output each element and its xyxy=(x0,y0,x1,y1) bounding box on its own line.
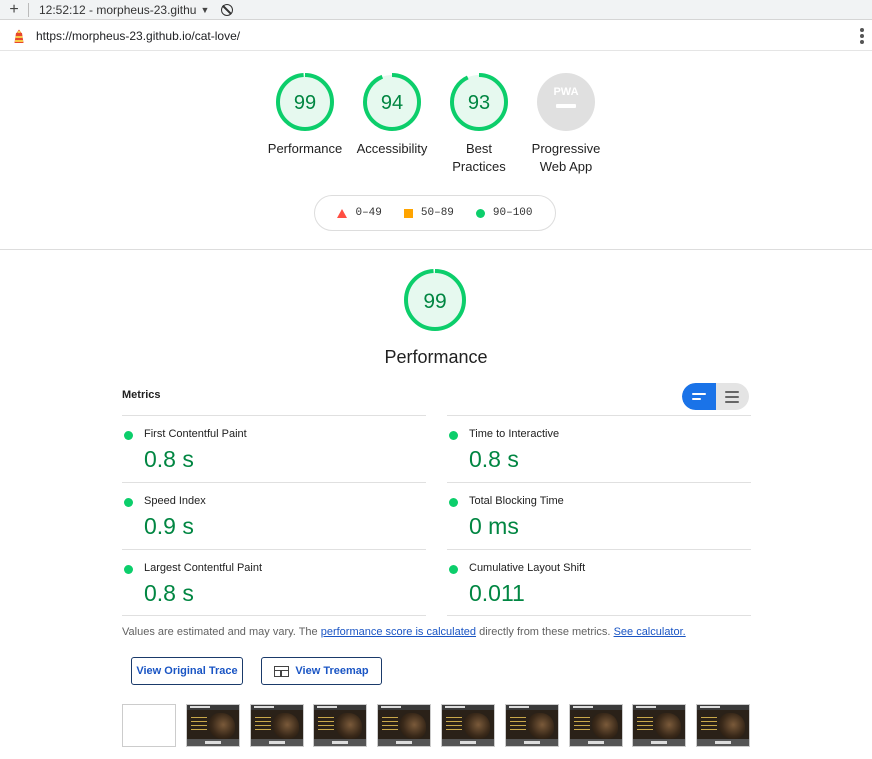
pwa-badge-text: PWA xyxy=(553,86,578,98)
tab-title[interactable]: 12:52:12 - morpheus-23.githu xyxy=(39,3,196,17)
legend-fail: 0–49 xyxy=(337,207,382,219)
metrics-header: Metrics xyxy=(122,389,161,401)
metric-value: 0.011 xyxy=(469,580,525,606)
gauge-score: 99 xyxy=(294,92,316,114)
legend-range: 90–100 xyxy=(492,207,533,219)
metric-value: 0.8 s xyxy=(144,446,194,472)
pass-dot-icon xyxy=(449,431,458,440)
filmstrip-frame xyxy=(122,704,176,747)
view-treemap-button[interactable]: View Treemap xyxy=(261,657,382,685)
legend-range: 50–89 xyxy=(420,207,454,219)
gauge-score: 93 xyxy=(468,92,490,114)
metric-value: 0.8 s xyxy=(469,446,519,472)
metric-name: Time to Interactive xyxy=(469,428,560,440)
metric-speed-index: Speed Index 0.9 s xyxy=(122,482,426,549)
tab-strip: + 12:52:12 - morpheus-23.githu ▼ xyxy=(0,0,872,20)
note-prefix: Values are estimated and may vary. The xyxy=(122,626,321,638)
score-calculation-link[interactable]: performance score is calculated xyxy=(321,626,476,638)
gauge-accessibility[interactable]: 94 Accessibility xyxy=(347,72,437,158)
grid-divider xyxy=(122,615,426,616)
square-icon xyxy=(403,208,413,218)
gauge-score: 94 xyxy=(381,92,403,114)
filmstrip-frame xyxy=(185,704,240,747)
gauge-performance[interactable]: 99 Performance xyxy=(260,72,350,158)
filmstrip-frame xyxy=(696,704,751,747)
pass-dot-icon xyxy=(449,498,458,507)
gauge-best-practices[interactable]: 93 Best Practices xyxy=(434,72,524,176)
new-tab-button[interactable]: + xyxy=(0,0,28,20)
gauge-ring: 99 xyxy=(276,73,334,131)
filmstrip-frame xyxy=(313,704,368,747)
filmstrip-frame xyxy=(441,704,495,747)
gauge-pwa[interactable]: PWA Progressive Web App xyxy=(521,72,611,176)
gauge-ring: 94 xyxy=(363,73,421,131)
pwa-badge-icon: PWA xyxy=(537,73,595,131)
performance-gauge: 99 xyxy=(404,269,466,331)
metric-value: 0.9 s xyxy=(144,513,194,539)
button-label: View Treemap xyxy=(295,665,369,677)
gauge-label: Accessibility xyxy=(356,141,428,156)
filmstrip-frame xyxy=(377,704,432,747)
circle-icon xyxy=(475,208,485,218)
metric-value: 0.8 s xyxy=(144,580,194,606)
filmstrip-frame xyxy=(632,704,687,747)
gauge-label: Best Practices xyxy=(452,141,506,174)
gauge-ring: 93 xyxy=(450,73,508,131)
tab-dropdown-icon[interactable]: ▼ xyxy=(200,5,209,15)
legend-range: 0–49 xyxy=(355,207,382,219)
pass-dot-icon xyxy=(124,431,133,440)
url-bar: https://morpheus-23.github.io/cat-love/ xyxy=(0,21,872,51)
triangle-icon xyxy=(337,208,348,218)
treemap-icon xyxy=(274,665,290,677)
metric-name: Speed Index xyxy=(144,495,206,507)
more-options-icon[interactable] xyxy=(860,28,864,44)
gauge-label: Progressive Web App xyxy=(531,141,601,174)
note-middle: directly from these metrics. xyxy=(476,626,614,638)
filmstrip-frame xyxy=(504,704,559,747)
filmstrip-frame xyxy=(249,704,304,747)
pass-dot-icon xyxy=(124,498,133,507)
metric-name: Cumulative Layout Shift xyxy=(469,562,586,574)
metric-largest-contentful-paint: Largest Contentful Paint 0.8 s xyxy=(122,549,426,616)
legend-pass: 90–100 xyxy=(475,207,533,219)
gauge-label: Performance xyxy=(267,141,343,156)
metric-time-to-interactive: Time to Interactive 0.8 s xyxy=(447,415,751,482)
expanded-view-icon[interactable] xyxy=(716,383,750,410)
performance-title: Performance xyxy=(384,347,488,367)
metrics-view-toggle[interactable] xyxy=(682,383,749,410)
compact-view-icon[interactable] xyxy=(682,383,716,410)
button-label: View Original Trace xyxy=(136,665,238,677)
metric-name: Largest Contentful Paint xyxy=(144,562,263,574)
metric-cumulative-layout-shift: Cumulative Layout Shift 0.011 xyxy=(447,549,751,616)
view-original-trace-button[interactable]: View Original Trace xyxy=(131,657,243,685)
blocked-icon[interactable] xyxy=(221,3,234,16)
metric-name: Total Blocking Time xyxy=(469,495,564,507)
url-text[interactable]: https://morpheus-23.github.io/cat-love/ xyxy=(36,29,240,43)
metric-value: 0 ms xyxy=(469,513,519,539)
lighthouse-icon xyxy=(14,29,24,43)
metrics-note: Values are estimated and may vary. The p… xyxy=(122,626,686,638)
filmstrip-frame xyxy=(568,704,623,747)
metric-name: First Contentful Paint xyxy=(144,428,247,440)
section-divider xyxy=(0,249,872,250)
pass-dot-icon xyxy=(449,565,458,574)
metric-total-blocking-time: Total Blocking Time 0 ms xyxy=(447,482,751,549)
category-gauges: 99 Performance 94 Accessibility 93 Best … xyxy=(0,72,872,182)
grid-divider xyxy=(447,615,751,616)
pass-dot-icon xyxy=(124,565,133,574)
performance-score: 99 xyxy=(423,290,446,313)
calculator-link[interactable]: See calculator. xyxy=(614,626,686,638)
tab-separator xyxy=(28,2,29,17)
metric-first-contentful-paint: First Contentful Paint 0.8 s xyxy=(122,415,426,482)
score-legend: 0–49 50–89 90–100 xyxy=(314,195,556,231)
legend-average: 50–89 xyxy=(403,207,454,219)
